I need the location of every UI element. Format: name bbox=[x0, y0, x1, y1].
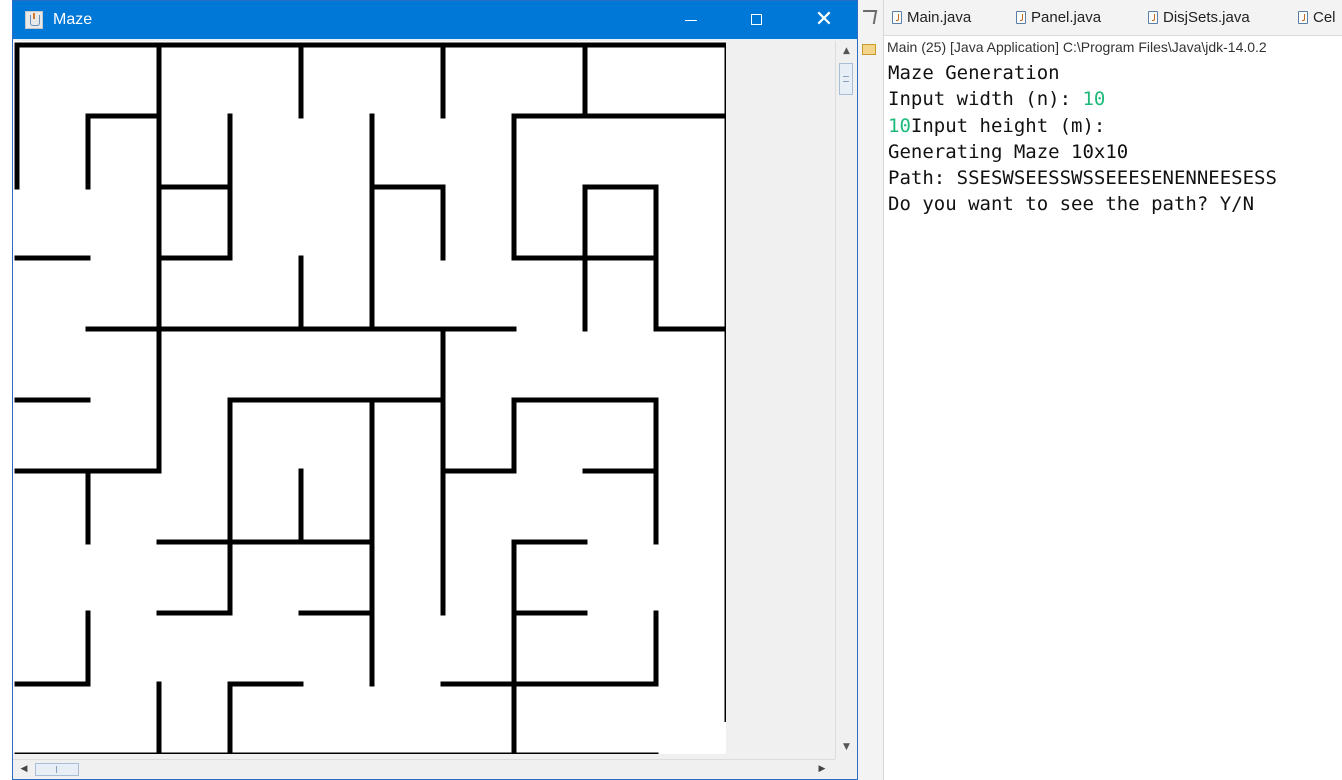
scroll-down-arrow-icon[interactable]: ▼ bbox=[836, 739, 857, 755]
java-file-icon bbox=[1298, 11, 1308, 24]
console-user-input: 10 bbox=[1082, 88, 1106, 111]
close-icon: ✕ bbox=[814, 7, 834, 32]
tab-main-java[interactable]: Main.java bbox=[892, 8, 971, 28]
tab-label: Cel bbox=[1313, 9, 1336, 26]
console-line: Maze Generation bbox=[888, 62, 1060, 84]
scrollbar-corner bbox=[835, 759, 857, 779]
console-line: Generating Maze 10x10 bbox=[888, 140, 1129, 163]
scroll-up-arrow-icon[interactable]: ▲ bbox=[836, 43, 857, 59]
java-file-icon bbox=[1148, 11, 1158, 24]
toolbar-icon[interactable] bbox=[860, 10, 878, 24]
scroll-right-arrow-icon[interactable]: ▶ bbox=[813, 760, 831, 779]
vertical-scroll-thumb[interactable] bbox=[839, 63, 853, 95]
maximize-icon bbox=[751, 14, 762, 25]
java-cup-icon bbox=[25, 11, 43, 29]
tab-label: Panel.java bbox=[1031, 9, 1102, 26]
scroll-left-arrow-icon[interactable]: ◀ bbox=[15, 760, 33, 779]
console-prompt: Input width (n): bbox=[888, 88, 1083, 111]
title-bar[interactable]: Maze ✕ bbox=[13, 1, 857, 39]
console-process-header: Main (25) [Java Application] C:\Program … bbox=[884, 36, 1342, 60]
tab-label: DisjSets.java bbox=[1163, 9, 1250, 26]
console-line: 10Input height (m): bbox=[888, 113, 1342, 139]
maze-window: Maze ✕ ▲ ▼ ◀ ▶ bbox=[12, 0, 858, 780]
java-file-icon bbox=[1016, 11, 1026, 24]
console-line: Path: SSESWSEESSWSSEEESENENNEESESS bbox=[888, 167, 1277, 190]
java-file-icon bbox=[892, 11, 902, 24]
window-title: Maze bbox=[53, 11, 93, 28]
tab-panel-java[interactable]: Panel.java bbox=[1016, 8, 1101, 28]
console-user-input: 10 bbox=[888, 114, 911, 137]
horizontal-scroll-thumb[interactable] bbox=[35, 763, 79, 776]
console-output[interactable]: Maze Generation Input width (n): 10 10Inpu… bbox=[888, 60, 1342, 780]
horizontal-scrollbar[interactable]: ◀ ▶ bbox=[13, 759, 835, 779]
console-line: Input width (n): 10 bbox=[888, 86, 1342, 112]
tab-cell-java[interactable]: Cel bbox=[1298, 8, 1336, 28]
maze-canvas bbox=[13, 41, 726, 754]
vertical-scrollbar[interactable]: ▲ ▼ bbox=[835, 41, 857, 759]
ide-side-toolbar bbox=[858, 0, 884, 780]
console-line: Do you want to see the path? Y/N bbox=[888, 193, 1255, 216]
tab-label: Main.java bbox=[907, 9, 972, 26]
folder-icon bbox=[862, 44, 876, 55]
maze-drawing bbox=[14, 42, 726, 754]
tab-disjsets-java[interactable]: DisjSets.java bbox=[1148, 8, 1250, 28]
maximize-button[interactable] bbox=[735, 1, 781, 39]
minimize-icon bbox=[685, 20, 697, 21]
minimize-button[interactable] bbox=[669, 1, 715, 39]
editor-tab-bar: Main.java Panel.java DisjSets.java Cel bbox=[884, 0, 1342, 36]
close-button[interactable]: ✕ bbox=[801, 1, 847, 39]
console-prompt: Input height (m): bbox=[910, 114, 1106, 137]
